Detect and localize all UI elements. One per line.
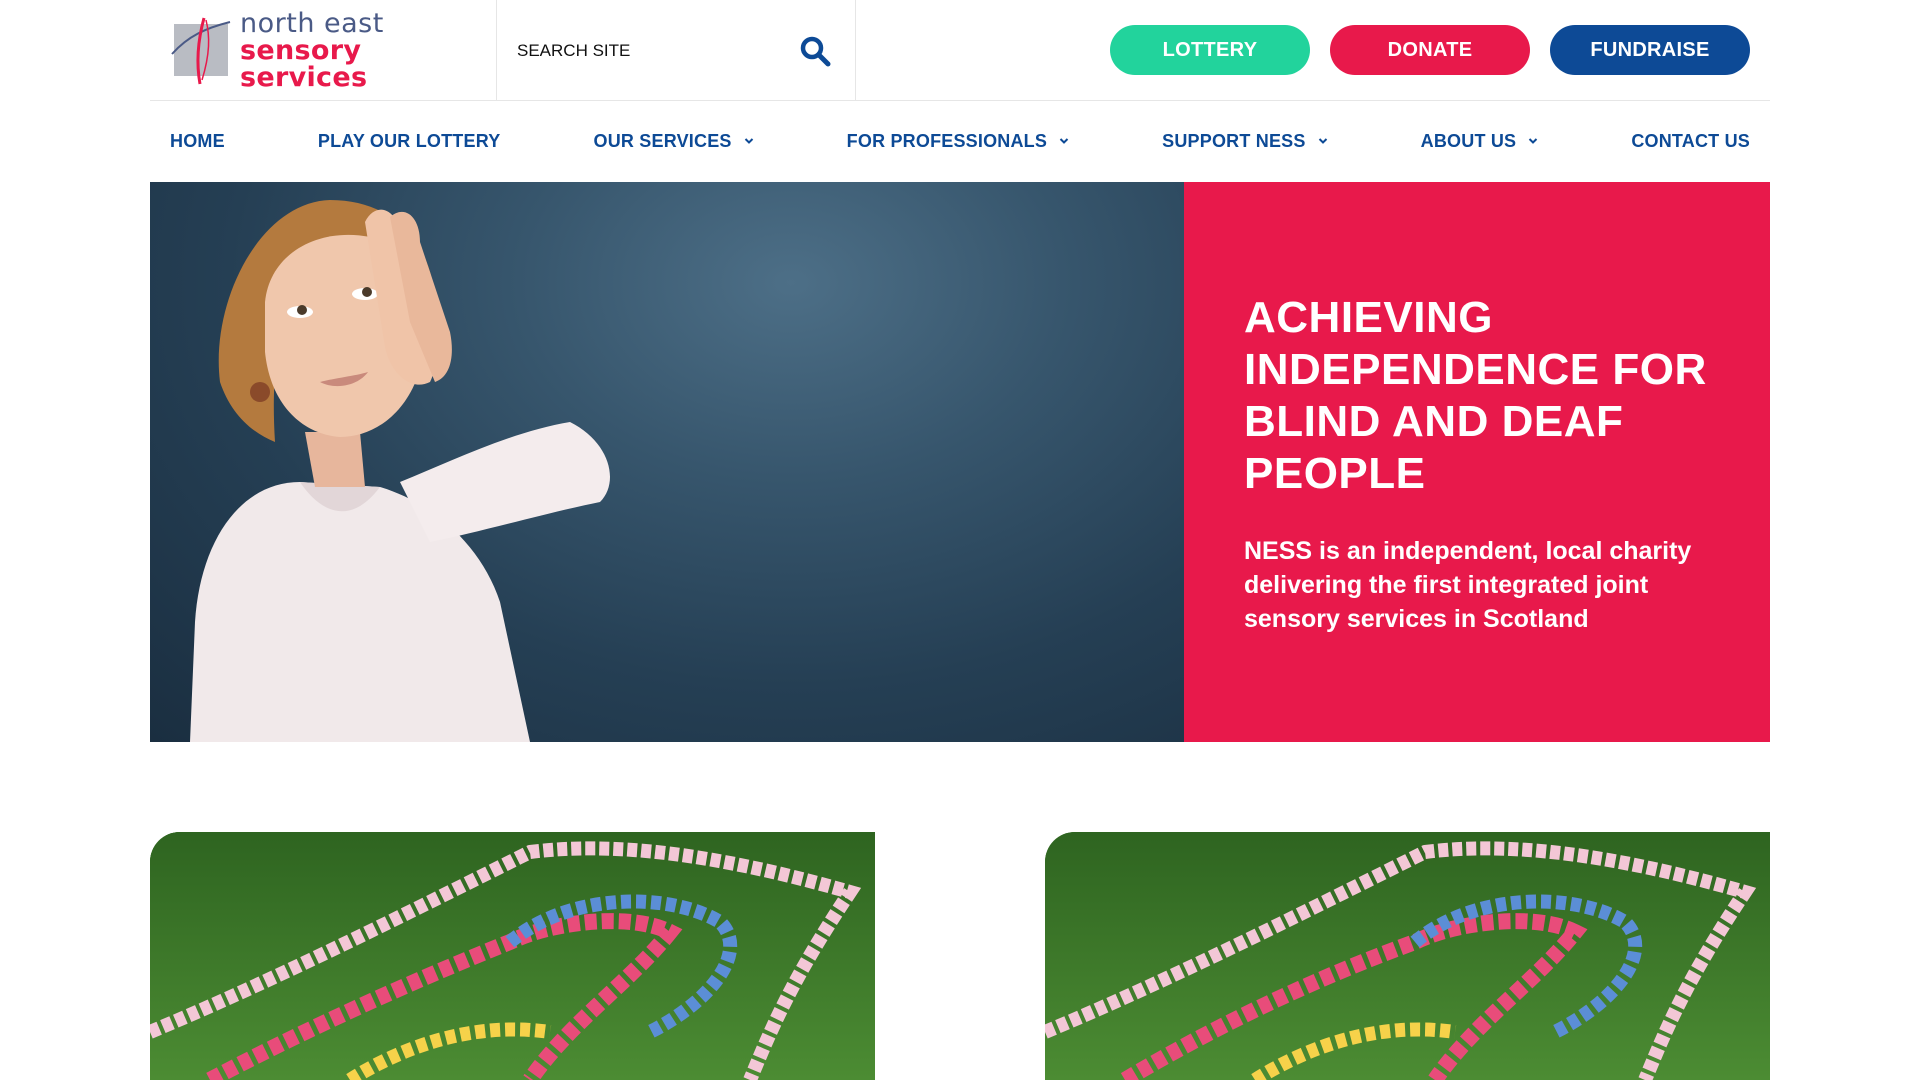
nav-item-for-professionals[interactable]: FOR PROFESSIONALS [847,131,1069,152]
nav-item-play-our-lottery[interactable]: PLAY OUR LOTTERY [318,131,501,152]
chevron-down-icon [744,138,753,144]
nav-item-our-services[interactable]: OUR SERVICES [594,131,754,152]
nav-item-home[interactable]: HOME [170,131,225,152]
feature-card-image[interactable] [1045,832,1770,1080]
logo[interactable]: north east sensory services [170,10,470,91]
hero-person-illustration [190,200,610,742]
search-button[interactable] [795,31,835,71]
logo-line2: sensory services [240,34,368,93]
nav-item-support-ness[interactable]: SUPPORT NESS [1162,131,1327,152]
hero-text-panel: ACHIEVING INDEPENDENCE FOR BLIND AND DEA… [1184,182,1770,742]
main-nav: HOME PLAY OUR LOTTERY OUR SERVICES FOR P… [150,101,1770,181]
search-bar [496,0,856,101]
nav-item-label: ABOUT US [1420,130,1517,151]
site-header: north east sensory services LOTTERY DONA… [150,0,1770,101]
nav-item-label: OUR SERVICES [593,130,732,151]
hero-subtitle: NESS is an independent, local charity de… [1244,537,1692,633]
nav-item-label: FOR PROFESSIONALS [846,130,1048,151]
logo-line1: north east [240,7,384,39]
nav-item-contact-us[interactable]: CONTACT US [1631,131,1750,152]
knitted-hats-heart-photo [1045,832,1770,1080]
nav-item-label: HOME [170,130,225,151]
logo-mark-icon [170,14,232,86]
donate-button[interactable]: DONATE [1330,25,1530,75]
feature-card-image[interactable] [150,832,875,1080]
hero-banner: ACHIEVING INDEPENDENCE FOR BLIND AND DEA… [150,182,1770,742]
search-input[interactable] [517,40,795,61]
chevron-down-icon [1318,138,1327,144]
logo-text: north east sensory services [240,10,470,91]
lottery-button[interactable]: LOTTERY [1110,25,1310,75]
hero-title: ACHIEVING INDEPENDENCE FOR BLIND AND DEA… [1244,293,1707,498]
nav-item-label: SUPPORT NESS [1162,130,1306,151]
nav-item-label: PLAY OUR LOTTERY [317,130,501,151]
search-icon [800,36,831,66]
knitted-hats-heart-photo [150,832,875,1080]
fundraise-button[interactable]: FUNDRAISE [1550,25,1750,75]
nav-item-about-us[interactable]: ABOUT US [1421,131,1539,152]
hero-photo [150,182,1184,742]
chevron-down-icon [1059,138,1069,144]
chevron-down-icon [1529,138,1538,144]
nav-item-label: CONTACT US [1631,130,1750,151]
